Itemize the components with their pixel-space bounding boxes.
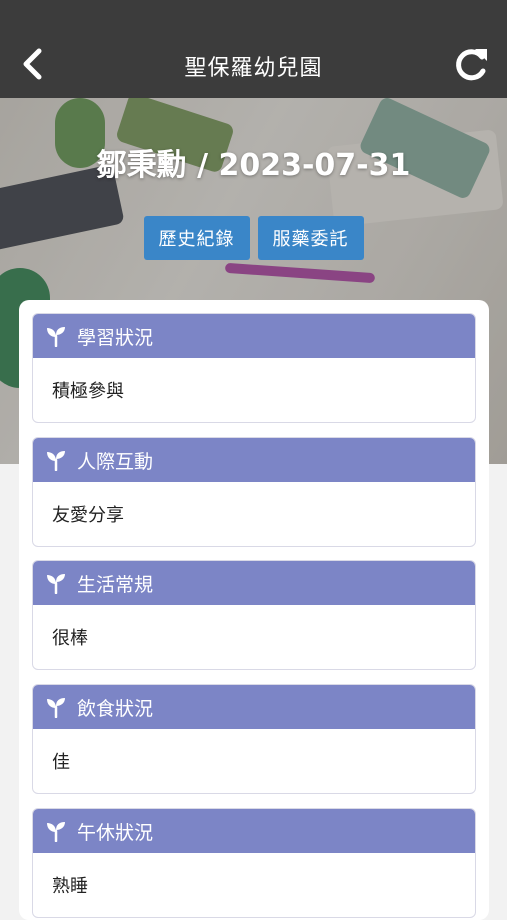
section-header: 午休狀況 bbox=[33, 809, 475, 853]
section-routine: 生活常規 很棒 bbox=[32, 560, 476, 670]
section-learning: 學習狀況 積極參與 bbox=[32, 313, 476, 423]
section-title: 午休狀況 bbox=[77, 821, 154, 844]
refresh-icon bbox=[456, 49, 487, 81]
section-header: 飲食狀況 bbox=[33, 685, 475, 729]
hero-button-group: 歷史紀錄 服藥委託 bbox=[0, 216, 507, 260]
section-header: 人際互動 bbox=[33, 438, 475, 482]
student-date-title: 鄒秉勳 / 2023-07-31 bbox=[96, 148, 411, 183]
section-value: 很棒 bbox=[52, 628, 88, 649]
section-value: 友愛分享 bbox=[52, 505, 124, 526]
sprout-icon bbox=[47, 822, 65, 842]
sprout-icon bbox=[47, 698, 65, 718]
section-social: 人際互動 友愛分享 bbox=[32, 437, 476, 547]
section-value: 熟睡 bbox=[52, 876, 88, 897]
section-title: 人際互動 bbox=[77, 450, 154, 473]
section-value: 佳 bbox=[52, 752, 70, 773]
section-title: 生活常規 bbox=[77, 573, 154, 596]
sprout-icon bbox=[47, 574, 65, 594]
medication-request-button[interactable]: 服藥委託 bbox=[257, 216, 364, 260]
section-diet: 飲食狀況 佳 bbox=[32, 684, 476, 794]
sprout-icon bbox=[47, 327, 65, 347]
sprout-icon bbox=[47, 451, 65, 471]
top-app-bar: 聖保羅幼兒園 bbox=[0, 0, 507, 98]
section-nap: 午休狀況 熟睡 bbox=[32, 808, 476, 918]
section-header: 生活常規 bbox=[33, 561, 475, 605]
refresh-button[interactable] bbox=[449, 42, 493, 86]
section-value: 積極參與 bbox=[52, 381, 124, 402]
daily-report-card: 學習狀況 積極參與 人際互動 友愛分享 生活常規 很棒 飲食狀況 佳 午休狀況 … bbox=[19, 300, 489, 920]
history-button[interactable]: 歷史紀錄 bbox=[143, 216, 250, 260]
section-header: 學習狀況 bbox=[33, 314, 475, 358]
section-title: 飲食狀況 bbox=[77, 697, 154, 720]
section-title: 學習狀況 bbox=[77, 326, 154, 349]
app-title: 聖保羅幼兒園 bbox=[184, 56, 323, 81]
